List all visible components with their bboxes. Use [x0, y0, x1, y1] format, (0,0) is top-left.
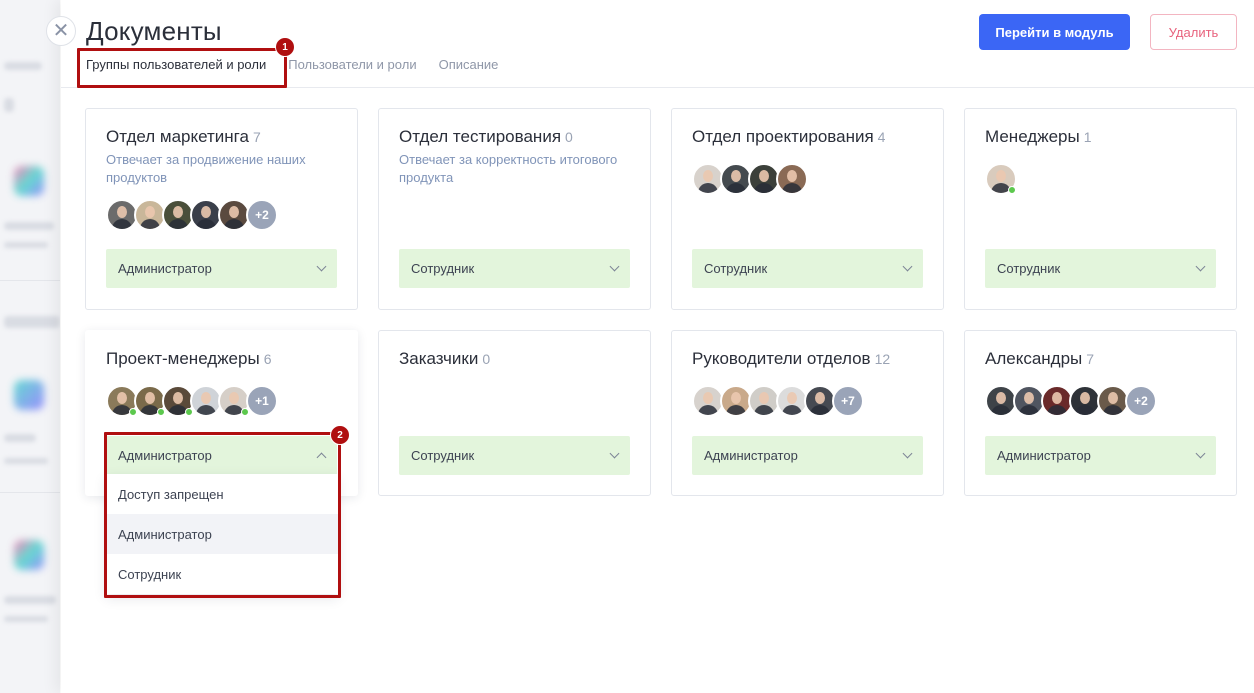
- chevron-down-icon: [902, 261, 913, 272]
- group-name: Менеджеры 1: [985, 127, 1092, 146]
- group-count: 4: [877, 129, 886, 145]
- avatar[interactable]: [776, 163, 808, 195]
- group-count: 1: [1083, 129, 1092, 145]
- avatar[interactable]: [985, 163, 1017, 195]
- chevron-down-icon: [902, 448, 913, 459]
- group-count: 7: [252, 129, 261, 145]
- tab-groups-roles[interactable]: Группы пользователей и роли: [86, 57, 266, 72]
- tab-bar: Группы пользователей и роли Пользователи…: [86, 57, 520, 72]
- close-button[interactable]: ✕: [46, 16, 76, 46]
- group-name: Александры 7: [985, 349, 1095, 368]
- group-card: Менеджеры 1 Сотрудник: [964, 108, 1237, 310]
- role-select[interactable]: Сотрудник: [985, 249, 1216, 288]
- role-select[interactable]: Администратор: [106, 249, 337, 288]
- chevron-down-icon: [316, 261, 327, 272]
- chevron-down-icon: [1195, 261, 1206, 272]
- group-count: 0: [565, 129, 573, 145]
- dropdown-option-employee[interactable]: Сотрудник: [106, 554, 338, 594]
- chevron-down-icon: [609, 261, 620, 272]
- group-name: Заказчики 0: [399, 349, 491, 368]
- page-title: Документы: [86, 16, 222, 46]
- delete-button[interactable]: Удалить: [1150, 14, 1237, 50]
- role-select[interactable]: Администратор: [692, 436, 923, 475]
- group-card: Руководители отделов 12 +7 Администратор: [671, 330, 944, 496]
- group-description: Отвечает за корректность итогового проду…: [399, 152, 618, 185]
- group-card: Отдел маркетинга 7 Отвечает за продвижени…: [85, 108, 358, 310]
- group-count: 6: [263, 351, 272, 367]
- avatar-group: +1: [106, 385, 278, 417]
- avatars-more-badge[interactable]: +7: [832, 385, 864, 417]
- role-dropdown-menu: Доступ запрещен Администратор Сотрудник: [106, 474, 338, 594]
- avatar-group: [692, 163, 808, 195]
- role-value: Администратор: [118, 261, 212, 276]
- annotation-badge-2: 2: [330, 425, 350, 445]
- role-value: Сотрудник: [997, 261, 1061, 276]
- role-select-open[interactable]: Администратор: [106, 436, 337, 475]
- group-name: Руководители отделов 12: [692, 349, 891, 368]
- app-icon: [14, 380, 44, 410]
- avatar-group: +2: [106, 199, 278, 231]
- group-card: Отдел тестирования 0 Отвечает за корректн…: [378, 108, 651, 310]
- group-count: 7: [1086, 351, 1095, 367]
- role-value: Администратор: [997, 448, 1091, 463]
- chevron-down-icon: [609, 448, 620, 459]
- tabs-divider: [61, 87, 1254, 88]
- avatars-more-badge[interactable]: +2: [246, 199, 278, 231]
- annotation-badge-1: 1: [275, 37, 295, 57]
- avatar-group: [985, 163, 1017, 195]
- app-icon: [14, 166, 44, 196]
- role-select[interactable]: Сотрудник: [692, 249, 923, 288]
- group-card: Заказчики 0 Сотрудник: [378, 330, 651, 496]
- role-value: Сотрудник: [411, 261, 475, 276]
- background-sidebar: [0, 0, 60, 693]
- group-name: Отдел проектирования 4: [692, 127, 886, 146]
- group-name: Отдел маркетинга 7: [106, 127, 261, 146]
- dropdown-option-access-denied[interactable]: Доступ запрещен: [106, 474, 338, 514]
- group-card: Отдел проектирования 4 Сотрудник: [671, 108, 944, 310]
- role-select[interactable]: Администратор: [985, 436, 1216, 475]
- dropdown-option-administrator[interactable]: Администратор: [106, 514, 338, 554]
- app-icon: [14, 540, 44, 570]
- online-indicator: [1008, 186, 1016, 194]
- role-select[interactable]: Сотрудник: [399, 436, 630, 475]
- chevron-down-icon: [1195, 448, 1206, 459]
- avatar-group: +7: [692, 385, 864, 417]
- group-card: Проект-менеджеры 6 +1 Администратор: [85, 330, 358, 496]
- role-value: Сотрудник: [411, 448, 475, 463]
- group-count: 0: [482, 351, 491, 367]
- group-description: Отвечает за продвижение наших продуктов: [106, 152, 306, 185]
- avatars-more-badge[interactable]: +2: [1125, 385, 1157, 417]
- group-name: Отдел тестирования 0: [399, 127, 573, 146]
- role-value: Администратор: [704, 448, 798, 463]
- role-select[interactable]: Сотрудник: [399, 249, 630, 288]
- go-to-module-button[interactable]: Перейти в модуль: [979, 14, 1130, 50]
- tab-description[interactable]: Описание: [439, 57, 499, 72]
- group-card: Александры 7 +2 Администратор: [964, 330, 1237, 496]
- page: ✕ Документы Группы пользователей и роли …: [0, 0, 1254, 693]
- avatar-group: +2: [985, 385, 1157, 417]
- tab-users-roles[interactable]: Пользователи и роли: [288, 57, 416, 72]
- avatars-more-badge[interactable]: +1: [246, 385, 278, 417]
- group-name: Проект-менеджеры 6: [106, 349, 272, 368]
- role-value: Сотрудник: [704, 261, 768, 276]
- role-value: Администратор: [118, 448, 212, 463]
- chevron-up-icon: [316, 452, 327, 463]
- group-count: 12: [874, 351, 891, 367]
- close-icon: ✕: [52, 20, 70, 42]
